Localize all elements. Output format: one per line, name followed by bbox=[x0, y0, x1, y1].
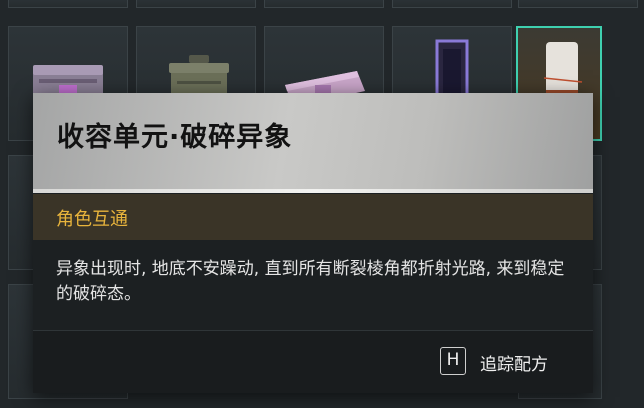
tag-bar: 角色互通 bbox=[33, 194, 593, 240]
item-tag: 角色互通 bbox=[56, 209, 128, 230]
inventory-slot[interactable] bbox=[518, 0, 638, 8]
inventory-slot[interactable] bbox=[264, 0, 384, 8]
inventory-slot[interactable] bbox=[136, 0, 256, 8]
item-tooltip: 收容单元·破碎异象 角色互通 异象出现时, 地底不安躁动, 直到所有断裂棱角都折… bbox=[33, 93, 593, 393]
item-title: 收容单元·破碎异象 bbox=[57, 122, 293, 153]
inventory-slot[interactable] bbox=[8, 0, 128, 8]
inventory-slot[interactable] bbox=[392, 0, 512, 8]
hotkey-h-badge[interactable]: H bbox=[440, 347, 466, 375]
tooltip-header: 收容单元·破碎异象 bbox=[33, 93, 593, 193]
track-recipe-label[interactable]: 追踪配方 bbox=[480, 350, 548, 375]
item-description: 异象出现时, 地底不安躁动, 直到所有断裂棱角都折射光路, 来到稳定的破碎态。 bbox=[56, 259, 565, 304]
tooltip-footer: H 追踪配方 bbox=[33, 331, 593, 393]
